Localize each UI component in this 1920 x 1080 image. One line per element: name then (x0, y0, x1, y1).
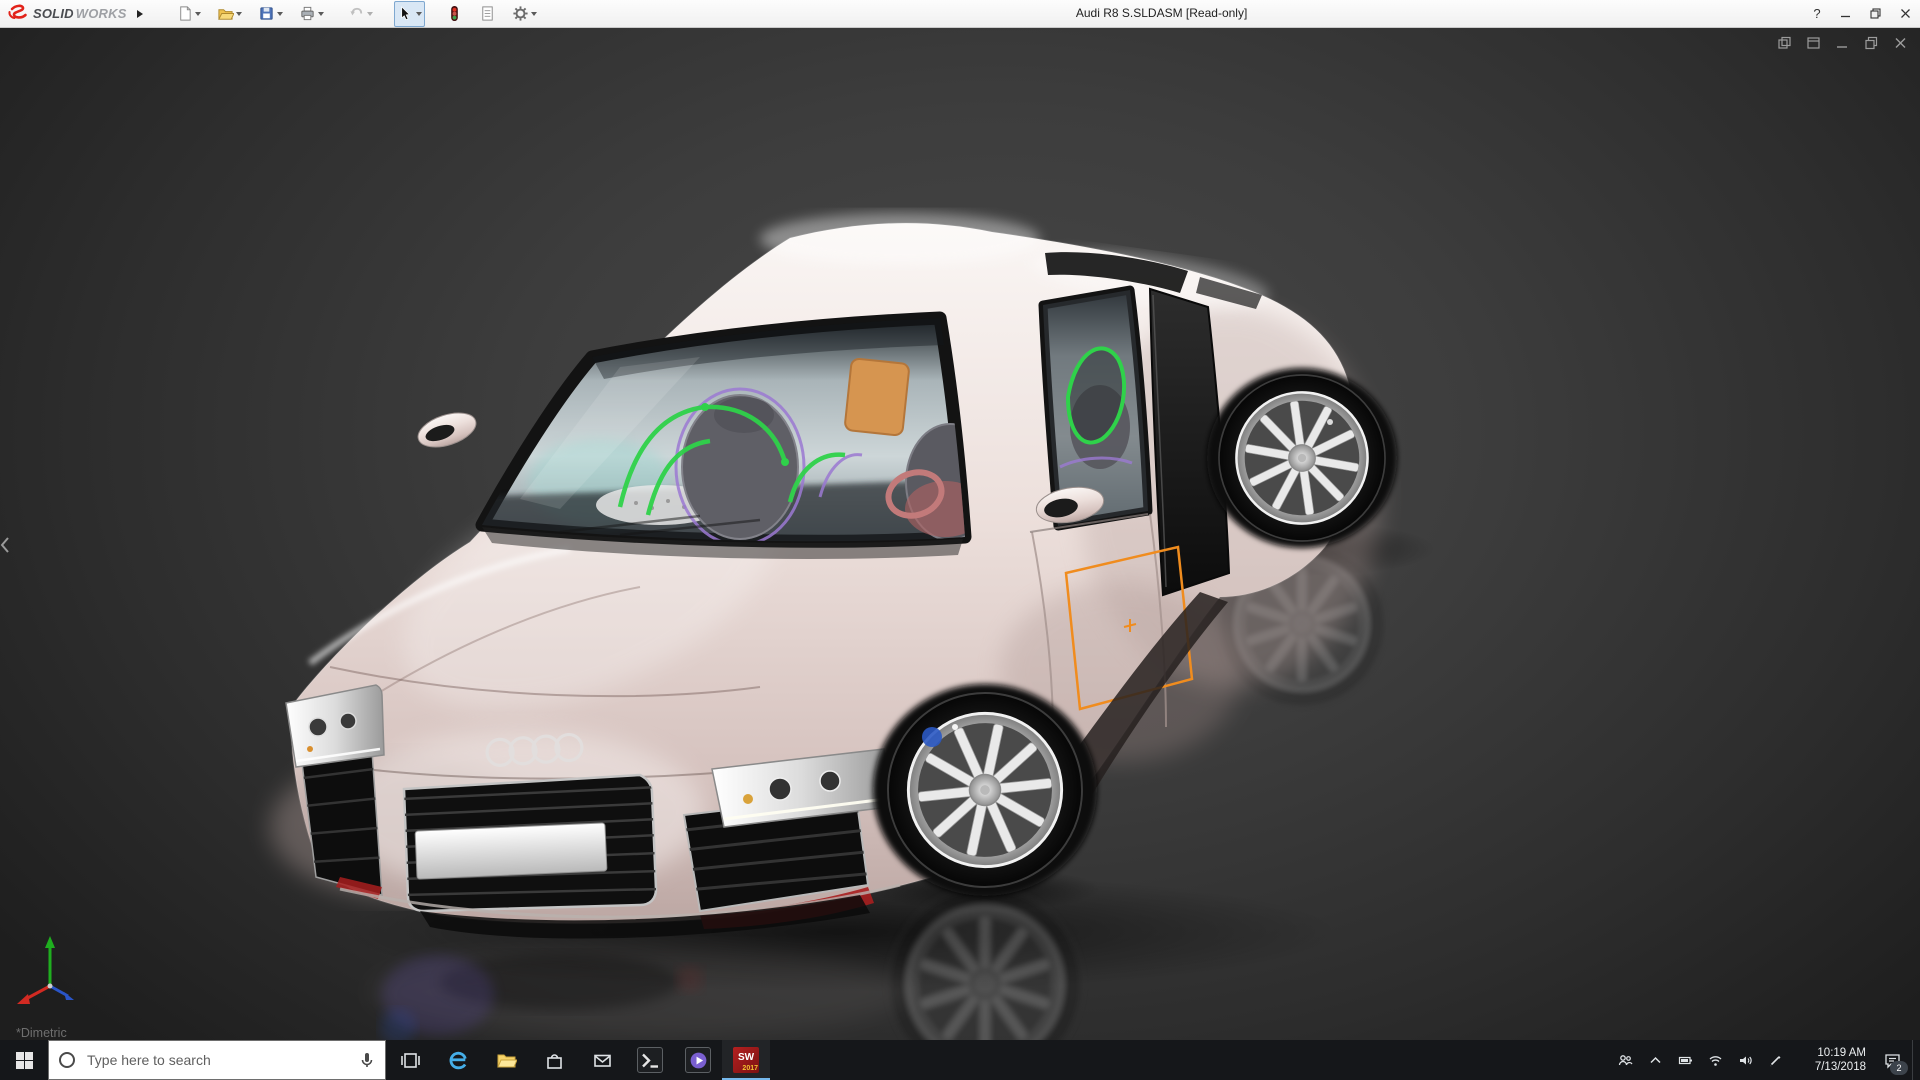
undo-arrow-icon (348, 5, 365, 22)
battery-button[interactable] (1670, 1040, 1700, 1080)
network-button[interactable] (1700, 1040, 1730, 1080)
orientation-triad (12, 928, 96, 1012)
battery-icon (1678, 1053, 1693, 1068)
solidworks-app-button[interactable]: SW 2017 (722, 1040, 770, 1080)
people-icon (1618, 1053, 1633, 1068)
file-properties-button[interactable] (476, 1, 499, 27)
windows-logo-icon (14, 1050, 35, 1071)
mail-button[interactable] (578, 1040, 626, 1080)
solidworks-icon-text: SW (738, 1053, 754, 1063)
dropdown-caret-icon[interactable] (367, 12, 373, 19)
print-button[interactable] (296, 1, 327, 27)
show-desktop-button[interactable] (1912, 1040, 1920, 1080)
store-button[interactable] (530, 1040, 578, 1080)
pen-icon (1768, 1053, 1783, 1068)
dropdown-caret-icon[interactable] (416, 12, 422, 19)
edge-button[interactable] (434, 1040, 482, 1080)
file-properties-icon (479, 5, 496, 22)
titlebar: SOLIDWORKS (0, 0, 1920, 28)
minimize-document-button[interactable] (1832, 34, 1852, 51)
dropdown-caret-icon[interactable] (195, 12, 201, 19)
close-document-button[interactable] (1890, 34, 1910, 51)
standard-toolbar (173, 0, 540, 27)
clock-time: 10:19 AM (1817, 1046, 1866, 1060)
windows-ink-button[interactable] (1760, 1040, 1790, 1080)
new-document-icon (176, 5, 193, 22)
save-floppy-icon (258, 5, 275, 22)
dropdown-caret-icon[interactable] (236, 12, 242, 19)
taskbar-clock[interactable]: 10:19 AM 7/13/2018 (1790, 1040, 1872, 1080)
clock-date: 7/13/2018 (1815, 1060, 1866, 1074)
minimize-button[interactable] (1830, 0, 1860, 27)
help-button[interactable]: ? (1804, 6, 1830, 21)
document-window-controls (1774, 34, 1910, 51)
restore-document-button[interactable] (1861, 34, 1881, 51)
microphone-icon[interactable] (357, 1050, 377, 1070)
mail-icon (592, 1050, 613, 1071)
maximize-icon (1870, 8, 1881, 19)
dropdown-caret-icon[interactable] (318, 12, 324, 19)
save-button[interactable] (255, 1, 286, 27)
cascade-windows-button[interactable] (1803, 34, 1823, 51)
notification-badge: 2 (1890, 1061, 1908, 1075)
task-view-button[interactable] (386, 1040, 434, 1080)
store-bag-icon (544, 1050, 565, 1071)
select-tool-button[interactable] (394, 1, 425, 27)
graphics-area[interactable]: *Dimetric (0, 27, 1920, 1040)
dropdown-caret-icon[interactable] (277, 12, 283, 19)
system-tray: 10:19 AM 7/13/2018 2 (1610, 1040, 1920, 1080)
solidworks-icon-year: 2017 (742, 1065, 758, 1072)
taskbar-search[interactable] (48, 1040, 386, 1080)
document-title: Audi R8 S.SLDASM [Read-only] (1076, 0, 1247, 27)
cortana-icon (57, 1050, 77, 1070)
menu-flyout-arrow-icon[interactable] (133, 0, 147, 27)
brand-text-solid: SOLID (33, 6, 74, 21)
file-explorer-button[interactable] (482, 1040, 530, 1080)
solidworks-logo[interactable]: SOLIDWORKS (0, 0, 133, 27)
close-button[interactable] (1890, 0, 1920, 27)
solidworks-logo-icon (8, 3, 30, 25)
open-folder-icon (217, 5, 234, 22)
new-document-button[interactable] (173, 1, 204, 27)
select-cursor-icon (397, 5, 414, 22)
action-center-button[interactable]: 2 (1872, 1040, 1912, 1080)
undo-button[interactable] (345, 1, 376, 27)
task-view-icon (400, 1050, 421, 1071)
hidden-icons-button[interactable] (1640, 1040, 1670, 1080)
audi-r8-3d-model (0, 27, 1920, 1040)
taskbar: SW 2017 (0, 1040, 1920, 1080)
open-button[interactable] (214, 1, 245, 27)
dropdown-caret-icon[interactable] (531, 12, 537, 19)
options-button[interactable] (509, 1, 540, 27)
solidworks-app-icon: SW 2017 (733, 1047, 759, 1073)
options-gear-icon (512, 5, 529, 22)
edge-icon (448, 1050, 469, 1071)
start-button[interactable] (0, 1040, 48, 1080)
featuremanager-expand-arrow[interactable] (0, 532, 12, 558)
print-icon (299, 5, 316, 22)
wifi-icon (1708, 1053, 1723, 1068)
volume-button[interactable] (1730, 1040, 1760, 1080)
brand-text-works: WORKS (76, 6, 127, 21)
close-icon (1900, 8, 1911, 19)
view-orientation-label: *Dimetric (16, 1026, 67, 1040)
new-window-button[interactable] (1774, 34, 1794, 51)
media-app-icon (685, 1047, 711, 1073)
media-app-button[interactable] (674, 1040, 722, 1080)
people-button[interactable] (1610, 1040, 1640, 1080)
rebuild-button[interactable] (443, 1, 466, 27)
console-icon (637, 1047, 663, 1073)
help-label: ? (1813, 6, 1820, 21)
chevron-up-icon (1648, 1053, 1663, 1068)
speaker-icon (1738, 1053, 1753, 1068)
search-input[interactable] (85, 1051, 349, 1069)
maximize-button[interactable] (1860, 0, 1890, 27)
console-button[interactable] (626, 1040, 674, 1080)
file-explorer-icon (496, 1050, 517, 1071)
rebuild-trafficlight-icon (446, 5, 463, 22)
minimize-icon (1840, 8, 1851, 19)
